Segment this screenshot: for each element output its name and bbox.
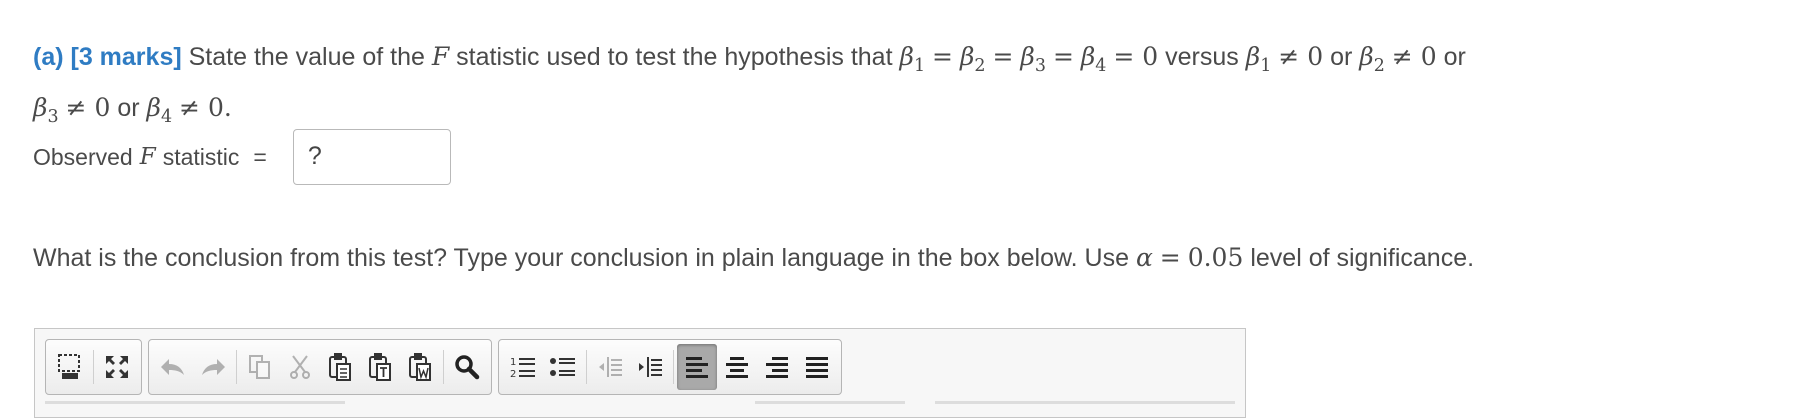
question-a-text: (a) [3 marks] State the value of the F s… [33, 36, 1733, 138]
toolbar-group-clipboard [148, 339, 492, 395]
observed-f-row: Observed F statistic = ? [33, 128, 451, 186]
justify-icon[interactable] [797, 344, 837, 390]
null-hypothesis: β1 = β2 = β3 = β4 = 0 [899, 42, 1159, 77]
toolbar-divider [935, 401, 1235, 404]
alt-beta3: β3 ≠ 0 [33, 93, 111, 128]
find-icon[interactable] [447, 344, 487, 390]
align-right-icon[interactable] [757, 344, 797, 390]
alt-beta4: β4 ≠ 0. [146, 93, 232, 128]
alt-beta1: β1 ≠ 0 [1245, 42, 1324, 77]
paste-word-icon[interactable] [400, 344, 440, 390]
alt-beta2: β2 ≠ 0 [1359, 42, 1437, 77]
conclusion-text-2: level of significance. [1250, 244, 1475, 272]
toolbar-group-view [45, 339, 142, 395]
toolbar-divider [755, 401, 905, 404]
question-a-text-1: State the value of the [188, 43, 425, 71]
bulleted-list-icon[interactable] [543, 344, 583, 390]
equals-sign: = [253, 143, 267, 170]
toolbar-separator [93, 350, 94, 384]
outdent-icon[interactable] [590, 344, 630, 390]
observed-f-label: Observed F statistic [33, 143, 240, 171]
copy-icon[interactable] [240, 344, 280, 390]
toolbar-separator [673, 350, 674, 384]
undo-icon[interactable] [153, 344, 193, 390]
or-word: or [117, 94, 140, 123]
redo-icon[interactable] [193, 344, 233, 390]
alpha-symbol: α [1135, 243, 1153, 272]
conclusion-question: What is the conclusion from this test? T… [33, 243, 1475, 272]
editor-toolbar: 12 [45, 339, 842, 395]
paste-text-icon[interactable] [360, 344, 400, 390]
align-center-icon[interactable] [717, 344, 757, 390]
maximize-icon[interactable] [97, 344, 137, 390]
f-symbol: F [431, 42, 450, 71]
svg-text:2: 2 [510, 369, 516, 380]
or-word: or [1330, 43, 1353, 71]
show-blocks-icon[interactable] [50, 344, 90, 390]
alpha-value: 0.05 [1187, 243, 1244, 272]
conclusion-text-1: What is the conclusion from this test? T… [33, 244, 1129, 272]
question-panel: (a) [3 marks] State the value of the F s… [0, 0, 1796, 418]
svg-text:1: 1 [510, 357, 516, 368]
toolbar-separator [236, 350, 237, 384]
question-a-text-2: statistic used to test the hypothesis th… [456, 43, 893, 71]
conclusion-editor[interactable]: 12 [34, 328, 1246, 418]
toolbar-separator [443, 350, 444, 384]
toolbar-group-paragraph: 12 [498, 339, 842, 395]
question-a-label: (a) [3 marks] [33, 43, 182, 71]
or-word: or [1443, 43, 1466, 71]
paste-icon[interactable] [320, 344, 360, 390]
observed-f-input[interactable]: ? [292, 129, 451, 185]
toolbar-divider [45, 401, 345, 404]
align-left-icon[interactable] [677, 344, 717, 390]
numbered-list-icon[interactable]: 12 [503, 344, 543, 390]
indent-icon[interactable] [630, 344, 670, 390]
versus-word: versus [1165, 43, 1239, 71]
cut-icon[interactable] [280, 344, 320, 390]
f-symbol: F [139, 144, 156, 170]
toolbar-separator [586, 350, 587, 384]
